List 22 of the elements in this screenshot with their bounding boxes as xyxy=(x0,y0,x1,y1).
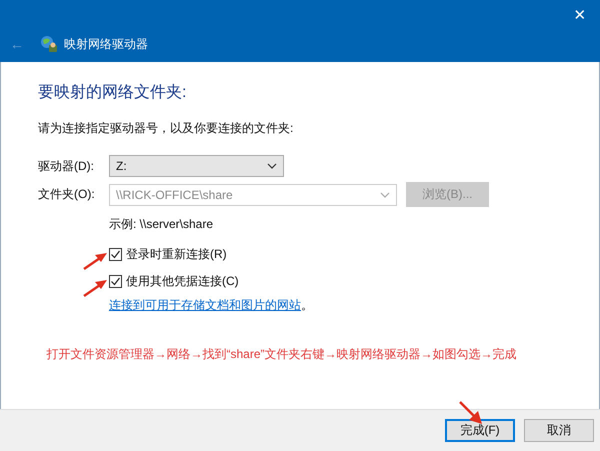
checkmark-icon xyxy=(110,249,121,260)
cancel-button[interactable]: 取消 xyxy=(524,419,594,442)
period-text: 。 xyxy=(301,298,313,312)
dialog-heading: 要映射的网络文件夹: xyxy=(38,82,188,103)
chevron-down-icon xyxy=(380,192,390,198)
annotation-arrow xyxy=(82,278,108,298)
finish-button[interactable]: 完成(F) xyxy=(445,419,515,442)
close-button[interactable]: ✕ xyxy=(560,0,600,30)
window-title: 映射网络驱动器 xyxy=(64,36,148,52)
drive-dropdown[interactable]: Z: xyxy=(109,155,284,177)
checkbox[interactable]: 登录时重新连接(R) xyxy=(109,241,562,268)
checkbox[interactable]: 使用其他凭据连接(C) xyxy=(109,268,562,295)
folder-label: 文件夹(O): xyxy=(38,186,96,203)
instruction-text: 请为连接指定驱动器号，以及你要连接的文件夹: xyxy=(38,120,294,137)
chevron-down-icon xyxy=(267,163,277,169)
checkmark-icon xyxy=(110,276,121,287)
annotation-text: 打开文件资源管理器→网络→找到“share”文件夹右键→映射网络驱动器→如图勾选→完成 xyxy=(45,346,518,363)
drive-label: 驱动器(D): xyxy=(38,158,95,174)
website-link[interactable]: 连接到可用于存储文档和图片的网站 xyxy=(109,298,301,312)
example-text: 示例: \\server\share xyxy=(109,216,214,233)
annotation-arrow xyxy=(82,251,108,271)
network-drive-icon xyxy=(40,35,58,53)
